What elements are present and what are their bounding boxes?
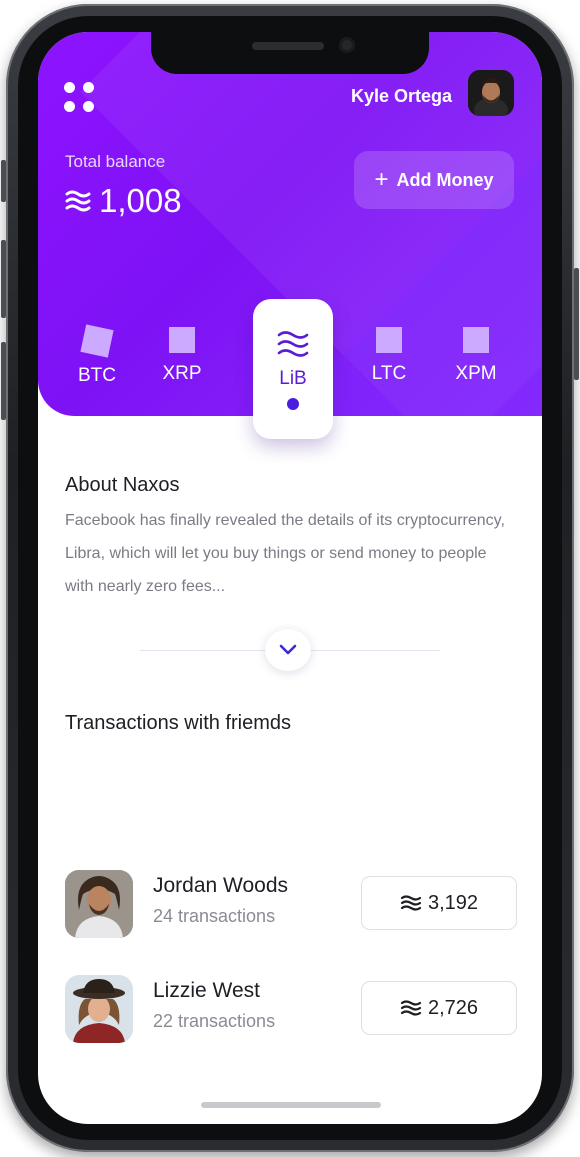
coin-square-icon [80, 324, 114, 358]
friend-name: Lizzie West [153, 979, 260, 1002]
transaction-amount[interactable]: 2,726 [361, 981, 517, 1035]
profile-avatar[interactable] [468, 70, 514, 116]
libra-wave-icon [400, 895, 422, 911]
user-name: Kyle Ortega [350, 86, 452, 106]
front-camera [339, 37, 355, 53]
plus-icon: + [374, 166, 389, 193]
volume-up-button [1, 240, 6, 318]
home-indicator[interactable] [201, 1102, 381, 1108]
selected-indicator [287, 398, 299, 410]
friend-name: Jordan Woods [153, 874, 289, 897]
coin-ltc[interactable]: LTC [359, 327, 419, 385]
coin-square-icon [463, 327, 489, 353]
coin-label: LiB [279, 368, 307, 389]
coin-btc[interactable]: BTC [67, 324, 127, 387]
libra-wave-icon [400, 1000, 422, 1016]
transaction-count: 24 transactions [153, 906, 276, 926]
friend-avatar [65, 975, 133, 1043]
coin-lib-selected[interactable]: LiB [253, 299, 333, 439]
transaction-row[interactable]: Jordan Woods 24 transactions 3,192 [65, 870, 517, 938]
friend-avatar [65, 870, 133, 938]
mute-switch [1, 160, 6, 202]
transaction-amount[interactable]: 3,192 [361, 876, 517, 930]
total-balance-label: Total balance [65, 152, 166, 171]
transaction-row[interactable]: Lizzie West 22 transactions 2,726 [65, 975, 517, 1043]
power-button [574, 268, 579, 380]
total-balance-value: 1,008 [65, 182, 182, 220]
libra-wave-icon [65, 190, 91, 212]
volume-down-button [1, 342, 6, 420]
app-screen: Kyle Ortega Total balance 1,008 + Add Mo… [38, 32, 542, 1124]
expand-button[interactable] [265, 629, 311, 671]
chevron-down-icon [279, 644, 297, 655]
coin-square-icon [169, 327, 195, 353]
speaker-grille [252, 42, 324, 50]
coin-xrp[interactable]: XRP [152, 327, 212, 385]
transactions-title: Transactions with friemds [65, 712, 291, 734]
about-description: Facebook has finally revealed the detail… [65, 512, 505, 595]
transaction-count: 22 transactions [153, 1011, 276, 1031]
coin-xpm[interactable]: XPM [446, 327, 506, 385]
coin-square-icon [376, 327, 402, 353]
grid-dots-icon[interactable] [64, 82, 94, 112]
add-money-button[interactable]: + Add Money [354, 151, 514, 209]
notch [151, 32, 429, 74]
about-title: About Naxos [65, 474, 180, 496]
libra-wave-icon [277, 331, 309, 357]
